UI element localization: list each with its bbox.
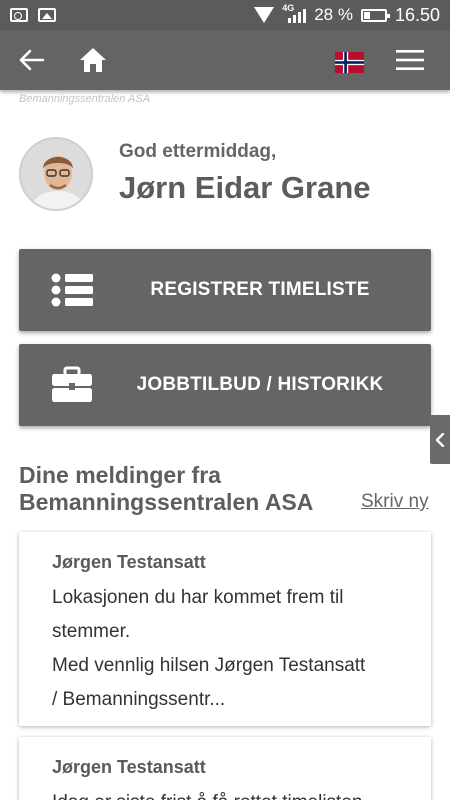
messages-heading: Dine meldinger fra Bemanningssentralen A… — [19, 462, 339, 516]
hamburger-menu-icon — [396, 50, 424, 70]
user-name: Jørn Eidar Grane — [119, 170, 371, 205]
home-icon — [80, 48, 106, 72]
message-sender: Jørgen Testansatt — [52, 757, 206, 777]
brand-caption: Bemanningssentralen ASA — [19, 93, 151, 105]
battery-icon — [360, 8, 390, 22]
user-photo-icon — [21, 139, 91, 209]
message-card[interactable]: Jørgen Testansatt Idag er siste frist å … — [19, 737, 431, 800]
back-button[interactable] — [12, 40, 52, 80]
messages-heading-line1: Dine meldinger fra — [19, 462, 221, 488]
cell-signal-icon: 4G — [282, 3, 307, 23]
norway-flag-icon[interactable] — [335, 52, 364, 73]
message-line: Med vennlig hilsen Jørgen Testansatt — [52, 655, 366, 676]
write-new-link[interactable]: Skriv ny — [361, 491, 429, 513]
outlook-notification-icon — [10, 8, 28, 22]
message-line: stemmer. — [52, 621, 131, 642]
job-offers-label: JOBBTILBUD / HISTORIKK — [136, 374, 384, 395]
message-preview: Lokasjonen du har kommet frem til stemme… — [52, 581, 413, 717]
arrow-left-icon — [19, 49, 45, 71]
battery-percent: 28 % — [314, 5, 353, 24]
side-drawer-tab[interactable] — [430, 415, 450, 464]
image-notification-icon — [38, 8, 56, 22]
home-button[interactable] — [73, 40, 113, 80]
job-offers-button[interactable]: JOBBTILBUD / HISTORIKK — [19, 344, 431, 426]
message-sender: Jørgen Testansatt — [52, 552, 206, 572]
briefcase-icon — [52, 366, 92, 402]
message-preview: Idag er siste frist å få rettet timelist… — [52, 786, 413, 800]
greeting-salutation: God ettermiddag, — [119, 141, 277, 162]
app-bar — [0, 30, 450, 90]
avatar — [19, 137, 93, 211]
message-line: / Bemanningssentr... — [52, 689, 226, 710]
chevron-left-icon — [435, 432, 445, 447]
messages-heading-line2: Bemanningssentralen ASA — [19, 489, 314, 515]
status-bar: 4G 28 % 16.50 — [0, 0, 450, 30]
message-card[interactable]: Jørgen Testansatt Lokasjonen du har komm… — [19, 532, 431, 726]
list-icon — [51, 273, 93, 307]
register-timesheet-label: REGISTRER TIMELISTE — [150, 279, 370, 300]
message-line: Idag er siste frist å få rettet timelist… — [52, 786, 413, 800]
message-line: Lokasjonen du har kommet frem til — [52, 587, 344, 608]
menu-button[interactable] — [390, 40, 430, 80]
wifi-icon — [254, 7, 275, 23]
clock: 16.50 — [394, 4, 440, 25]
register-timesheet-button[interactable]: REGISTRER TIMELISTE — [19, 249, 431, 331]
